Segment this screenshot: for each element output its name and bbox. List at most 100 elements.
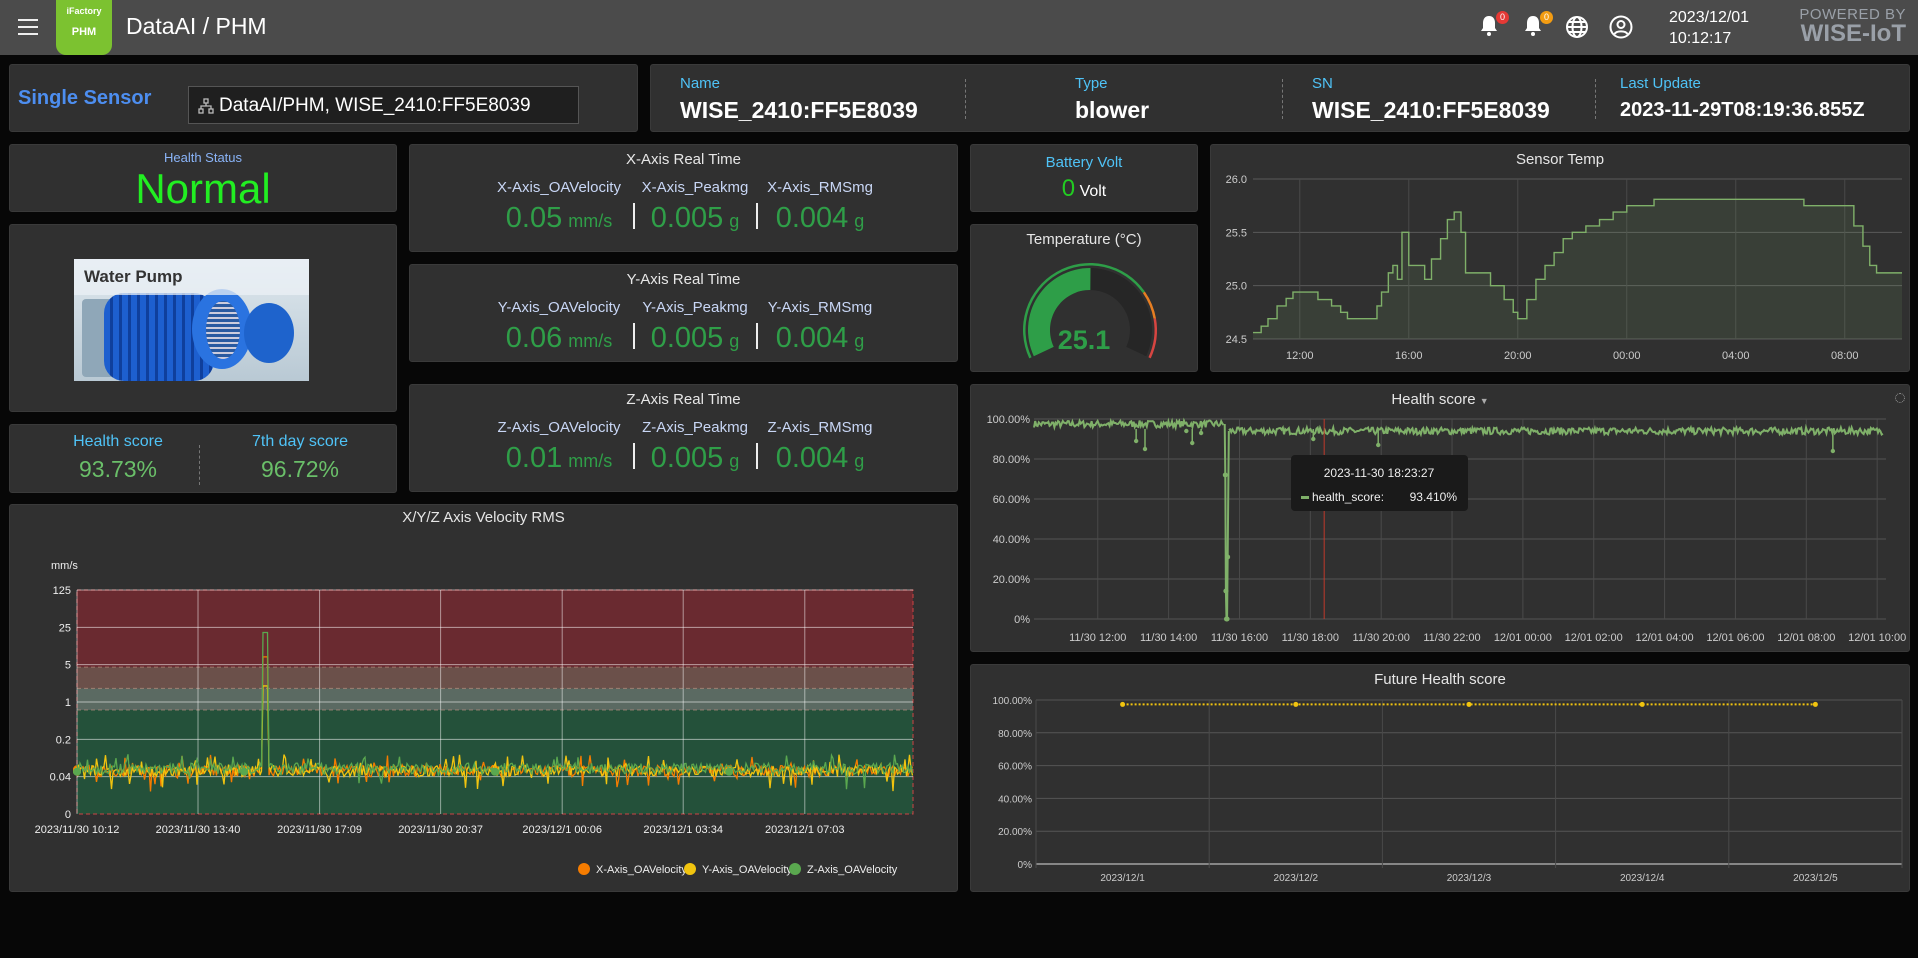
data-point xyxy=(1311,436,1316,442)
data-point xyxy=(1198,430,1204,436)
y-tick-label: 20.00% xyxy=(998,827,1032,838)
health-status-value: Normal xyxy=(135,165,271,212)
y-tick-label: 26.0 xyxy=(1226,174,1247,186)
x-tick-label: 2023/12/2 xyxy=(1274,873,1319,884)
y-tick-label: 25 xyxy=(59,622,71,634)
x-tick-label: 11/30 18:00 xyxy=(1282,632,1339,644)
x-tick-label: 08:00 xyxy=(1831,350,1859,362)
tooltip-value: 93.410% xyxy=(1410,490,1458,504)
data-point xyxy=(1133,438,1139,444)
y-tick-label: 0.2 xyxy=(56,734,71,746)
sensor-select-dropdown[interactable]: DataAI/PHM, WISE_2410:FF5E8039 xyxy=(188,86,579,124)
x-tick-label: 2023/12/3 xyxy=(1447,873,1492,884)
metric-name: Z-Axis_Peakmg xyxy=(642,419,748,436)
sensor-info-panel: Name WISE_2410:FF5E8039 Type blower SN W… xyxy=(650,64,1910,132)
y-tick-label: 40.00% xyxy=(993,534,1031,546)
y-tick-label: 1 xyxy=(65,697,71,709)
metric-unit: g xyxy=(729,211,740,231)
type-label: Type xyxy=(1075,75,1108,92)
divider xyxy=(633,203,635,229)
loading-spinner-icon xyxy=(1895,393,1905,403)
metric-x-axis_rmsmg: X-Axis_RMSmg 0.004 g xyxy=(755,179,885,235)
metric-value: 0.004 xyxy=(775,322,849,354)
metric-y-axis_rmsmg: Y-Axis_RMSmg 0.004 g xyxy=(755,299,885,355)
sensor-select-value: DataAI/PHM, WISE_2410:FF5E8039 xyxy=(219,95,531,116)
threshold-band xyxy=(77,590,913,668)
x-tick-label: 11/30 22:00 xyxy=(1423,632,1480,644)
health-score-chart[interactable]: 0% 20.00% 40.00% 60.00% 80.00% 100.00% 11/30 1… xyxy=(971,385,1911,653)
metric-value: 0.005 xyxy=(650,202,724,234)
metric-value: 0.05 xyxy=(505,202,563,234)
y-tick-label: 0% xyxy=(1014,614,1030,626)
divider xyxy=(965,79,966,119)
metric-unit: mm/s xyxy=(568,451,613,471)
sensor-mode-label: Single Sensor xyxy=(18,87,152,109)
y-tick-label: 5 xyxy=(65,660,71,672)
health-score-chart-panel: Health score ▼ 0% 20.00% 40.00% 60.00% 80.00… xyxy=(970,384,1910,652)
sn-label: SN xyxy=(1312,75,1333,92)
legend-label: X-Axis_OAVelocity xyxy=(596,864,687,876)
axis-panel-title: Z-Axis Real Time xyxy=(626,391,741,408)
app-logo[interactable]: iFactory PHM xyxy=(56,0,112,55)
user-account-button[interactable] xyxy=(1608,14,1634,40)
axis-y-realtime-panel: Y-Axis Real Time Y-Axis_OAVelocity 0.06 m… xyxy=(409,264,958,362)
x-tick-label: 2023/11/30 20:37 xyxy=(398,824,483,836)
last-update-value: 2023-11-29T08:19:36.855Z xyxy=(1620,99,1865,121)
metric-name: X-Axis_OAVelocity xyxy=(497,179,621,196)
axis-panel-title: X-Axis Real Time xyxy=(625,151,742,168)
data-point xyxy=(725,767,734,776)
x-tick-label: 20:00 xyxy=(1504,350,1532,362)
metric-value: 0.01 xyxy=(505,442,563,474)
battery-reading: 0 Volt xyxy=(971,175,1197,203)
current-date: 2023/12/01 xyxy=(1669,9,1750,26)
type-value: blower xyxy=(1075,97,1150,123)
x-tick-label: 2023/12/1 07:03 xyxy=(765,824,845,836)
metric-z-axis_rmsmg: Z-Axis_RMSmg 0.004 g xyxy=(755,419,885,475)
data-point xyxy=(1225,554,1231,560)
metric-z-axis_peakmg: Z-Axis_Peakmg 0.005 g xyxy=(630,419,760,475)
data-point xyxy=(1830,448,1836,454)
language-button[interactable] xyxy=(1564,14,1590,40)
battery-unit: Volt xyxy=(1079,183,1107,200)
name-label: Name xyxy=(680,75,721,92)
y-tick-label: 80.00% xyxy=(998,729,1032,740)
data-point xyxy=(1812,701,1818,707)
divider xyxy=(199,445,200,485)
divider xyxy=(1595,79,1596,119)
divider xyxy=(633,323,635,349)
velocity-rms-chart-panel: X/Y/Z Axis Velocity RMS 0 0.04 0.2 1 5 25 125 m… xyxy=(9,504,958,892)
x-tick-label: 11/30 16:00 xyxy=(1211,632,1268,644)
alarm-bell-button[interactable]: 0 xyxy=(1478,11,1509,40)
x-tick-label: 2023/11/30 10:12 xyxy=(35,824,120,836)
y-tick-label: 100.00% xyxy=(987,414,1031,426)
menu-icon[interactable] xyxy=(18,19,38,35)
battery-panel: Battery Volt 0 Volt xyxy=(970,144,1198,212)
x-tick-label: 12/01 08:00 xyxy=(1777,632,1835,644)
seventh-day-score-value: 96.72% xyxy=(260,456,339,482)
tooltip-series-marker xyxy=(1301,496,1309,499)
data-point xyxy=(1293,701,1299,707)
notification-count-badge: 0 xyxy=(1540,11,1553,24)
data-point xyxy=(491,767,499,776)
powered-by-logo: POWERED BY WISE-IoT xyxy=(1794,6,1906,46)
divider xyxy=(756,323,758,349)
threshold-band xyxy=(77,667,913,689)
hierarchy-icon xyxy=(198,98,214,114)
top-app-bar: iFactory PHM DataAI / PHM 0 0 2023/12/01… xyxy=(0,0,1918,55)
battery-label: Battery Volt xyxy=(1045,154,1123,171)
metric-y-axis_oavelocity: Y-Axis_OAVelocity 0.06 mm/s xyxy=(494,299,624,355)
notification-bell-button[interactable]: 0 xyxy=(1522,11,1553,40)
metric-unit: mm/s xyxy=(568,331,613,351)
x-tick-label: 2023/12/4 xyxy=(1620,873,1665,884)
metric-unit: mm/s xyxy=(568,211,613,231)
data-point xyxy=(73,767,81,776)
clock: 2023/12/01 10:12:17 xyxy=(1669,7,1749,49)
divider xyxy=(633,443,635,469)
legend-marker xyxy=(578,863,590,875)
battery-value: 0 xyxy=(1061,175,1076,202)
data-point xyxy=(1190,440,1195,446)
health-score-line xyxy=(1228,423,1884,439)
x-tick-label: 12/01 04:00 xyxy=(1636,632,1694,644)
x-tick-label: 2023/11/30 17:09 xyxy=(277,824,362,836)
legend-marker xyxy=(789,863,801,875)
